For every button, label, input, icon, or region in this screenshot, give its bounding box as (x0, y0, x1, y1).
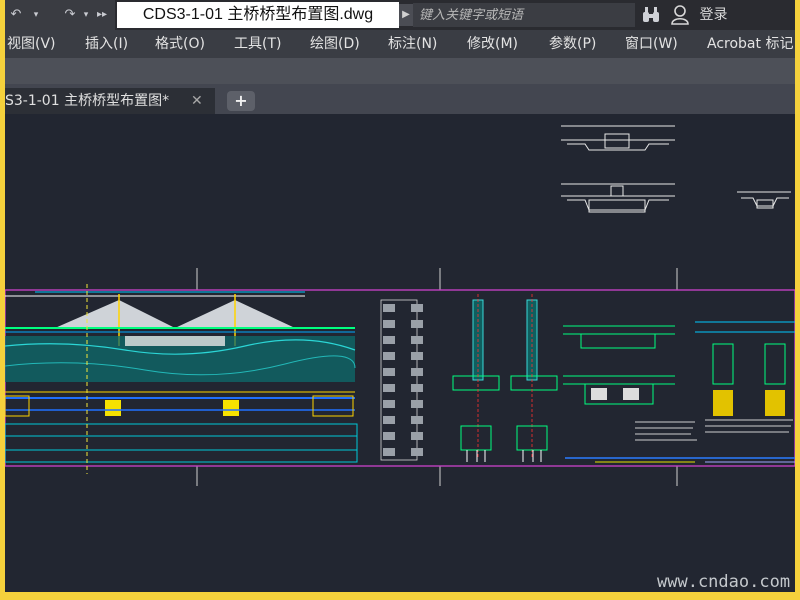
menu-acrobat-markup[interactable]: Acrobat 标记 (707, 30, 793, 58)
hatch-legend (380, 299, 423, 461)
menu-format[interactable]: 格式(O) (155, 30, 205, 58)
undo-arrow-icon[interactable]: ↶ (7, 6, 25, 24)
pier-details (452, 294, 558, 462)
binoculars-icon[interactable] (641, 5, 661, 25)
close-icon[interactable]: ✕ (191, 88, 203, 114)
menu-insert[interactable]: 插入(I) (85, 30, 128, 58)
search-input[interactable] (413, 3, 635, 27)
file-tab-active[interactable]: S3-1-01 主桥桥型布置图* ✕ (5, 88, 215, 114)
menu-view[interactable]: 视图(V) (7, 30, 56, 58)
menu-draw[interactable]: 绘图(D) (310, 30, 360, 58)
title-bar: ↶ ▾ ↷ ▾ ▸▸ CDS3-1-01 主桥桥型布置图.dwg ▶ 键入关键字… (5, 0, 795, 30)
menu-dimension[interactable]: 标注(N) (388, 30, 437, 58)
document-title: CDS3-1-01 主桥桥型布置图.dwg (117, 2, 399, 28)
menu-tools[interactable]: 工具(T) (234, 30, 281, 58)
menu-window[interactable]: 窗口(W) (625, 30, 678, 58)
autocad-window: ↶ ▾ ↷ ▾ ▸▸ CDS3-1-01 主桥桥型布置图.dwg ▶ 键入关键字… (5, 0, 795, 592)
watermark-text: www.cndao.com (657, 572, 791, 592)
file-tab-bar: S3-1-01 主桥桥型布置图* ✕ + (5, 84, 795, 114)
login-label[interactable]: 登录 (699, 7, 727, 23)
undo-dropdown-icon[interactable]: ▾ (27, 6, 45, 24)
cross-section-details (561, 125, 791, 213)
girder-sections (563, 321, 795, 416)
menu-parametric[interactable]: 参数(P) (549, 30, 596, 58)
quick-access-toolbar: ↶ ▾ ↷ ▾ ▸▸ (5, 0, 115, 30)
chevron-right-icon[interactable]: ▶ (399, 4, 413, 26)
drawing-canvas[interactable]: www.cndao.com (5, 114, 795, 592)
file-tab-label: S3-1-01 主桥桥型布置图* (5, 93, 170, 109)
notes-title-block (565, 419, 795, 463)
menu-bar: 视图(V) 插入(I) 格式(O) 工具(T) 绘图(D) 标注(N) 修改(M… (5, 30, 795, 58)
user-icon (671, 5, 689, 25)
login-area[interactable]: 登录 (671, 4, 727, 26)
cad-drawing (5, 125, 795, 486)
new-tab-button[interactable]: + (227, 91, 255, 111)
menu-modify[interactable]: 修改(M) (467, 30, 518, 58)
ribbon-area (5, 58, 795, 84)
bridge-elevation (5, 284, 358, 474)
double-chevron-right-icon[interactable]: ▸▸ (93, 6, 111, 24)
search-box[interactable] (413, 3, 635, 27)
